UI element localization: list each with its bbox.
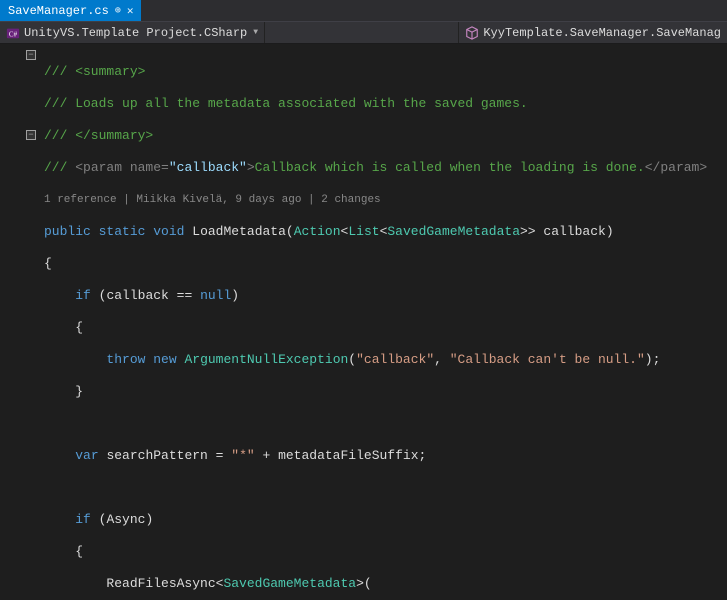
csharp-project-icon: C# bbox=[6, 26, 20, 40]
method-signature: public static void LoadMetadata(Action<L… bbox=[44, 224, 727, 240]
method-icon bbox=[465, 26, 479, 40]
pin-icon[interactable]: ⊕ bbox=[115, 5, 121, 17]
doc-summary-text: /// Loads up all the metadata associated… bbox=[44, 96, 528, 111]
code-area[interactable]: /// <summary> /// Loads up all the metad… bbox=[40, 44, 727, 600]
project-dropdown[interactable]: C# UnityVS.Template Project.CSharp ▼ bbox=[0, 22, 265, 43]
fold-toggle[interactable]: − bbox=[26, 130, 36, 140]
close-icon[interactable]: ✕ bbox=[127, 4, 134, 18]
fold-toggle[interactable]: − bbox=[26, 50, 36, 60]
navigation-bar: C# UnityVS.Template Project.CSharp ▼ Kyy… bbox=[0, 22, 727, 44]
codelens[interactable]: 1 reference | Miikka Kivelä, 9 days ago … bbox=[44, 192, 727, 208]
svg-text:C#: C# bbox=[9, 30, 18, 38]
project-name: UnityVS.Template Project.CSharp bbox=[24, 26, 247, 40]
doc-summary-close: /// </summary> bbox=[44, 128, 153, 143]
tab-filename: SaveManager.cs bbox=[8, 4, 109, 18]
tab-bar: SaveManager.cs ⊕ ✕ bbox=[0, 0, 727, 22]
member-path: KyyTemplate.SaveManager.SaveManag bbox=[483, 26, 721, 40]
member-dropdown[interactable]: KyyTemplate.SaveManager.SaveManag bbox=[458, 22, 727, 43]
doc-summary-open: /// <summary> bbox=[44, 64, 145, 79]
file-tab-savemanager[interactable]: SaveManager.cs ⊕ ✕ bbox=[0, 0, 141, 21]
chevron-down-icon: ▼ bbox=[253, 28, 258, 37]
code-editor[interactable]: − − /// <summary> /// Loads up all the m… bbox=[0, 44, 727, 600]
gutter: − − bbox=[0, 44, 40, 600]
